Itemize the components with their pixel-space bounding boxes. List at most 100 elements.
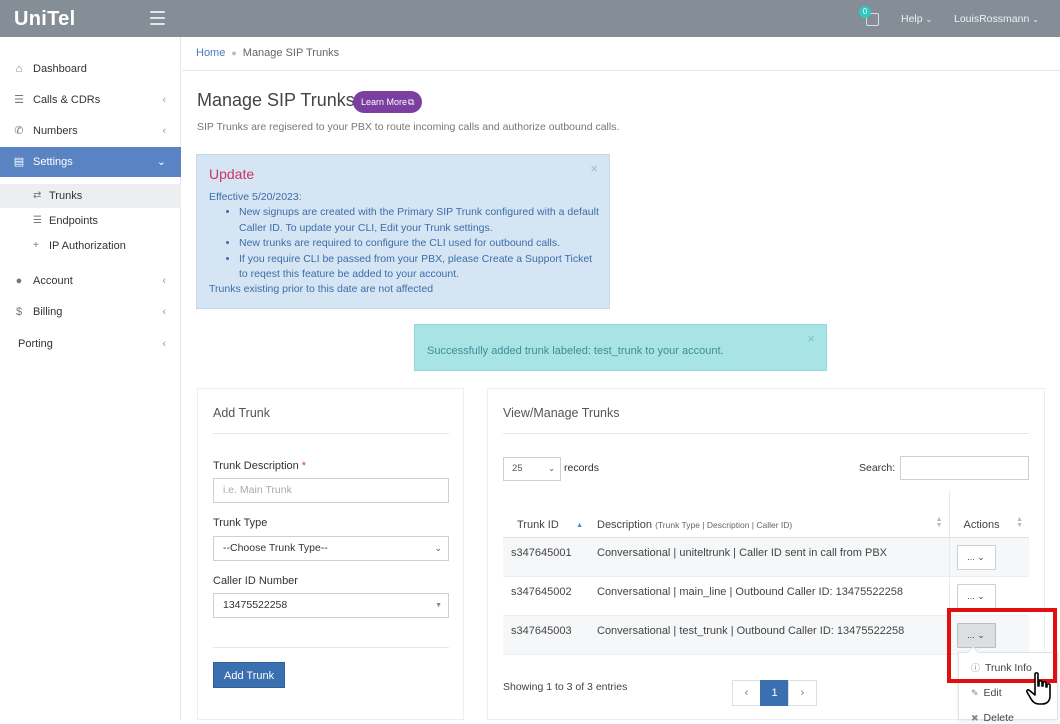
- sidebar-item-dashboard[interactable]: ⌂ Dashboard: [0, 54, 181, 84]
- learn-more-label: Learn More: [361, 97, 408, 107]
- chevron-down-icon: ⌄: [977, 590, 985, 601]
- actions-button-label: ...: [967, 551, 975, 562]
- home-icon: ⌂: [15, 63, 23, 75]
- phone-icon: ✆: [14, 125, 24, 137]
- breadcrumb-separator: ●: [231, 48, 237, 58]
- add-trunk-button[interactable]: Add Trunk: [213, 662, 286, 688]
- app-logo[interactable]: UniTel: [14, 8, 75, 31]
- trunk-type-select[interactable]: --Choose Trunk Type-- ⌄: [213, 536, 449, 561]
- caller-id-label: Caller ID Number: [213, 575, 298, 587]
- sidebar-item-label: Billing: [33, 306, 63, 318]
- menu-item-edit[interactable]: ✎ Edit: [971, 687, 1002, 699]
- sidebar-subitem-trunks[interactable]: ⇄ Trunks: [0, 184, 181, 208]
- sidebar-item-porting[interactable]: Porting ‹: [0, 329, 181, 359]
- actions-dropdown-button[interactable]: ... ⌄: [956, 583, 996, 609]
- chevron-down-icon: ⌄: [1032, 15, 1039, 24]
- records-label: records: [564, 462, 600, 474]
- settings-icon: ▤: [13, 156, 25, 168]
- menu-item-label: Edit: [983, 687, 1002, 699]
- sort-asc-icon: ▲: [576, 521, 583, 529]
- top-bar: UniTel 0 Help ⌄ LouisRossmann ⌄: [0, 0, 1060, 37]
- actions-cell: ... ⌄: [948, 537, 1029, 577]
- info-icon: ⓘ: [971, 663, 981, 673]
- close-icon[interactable]: ×: [807, 331, 815, 346]
- actions-dropdown-button[interactable]: ... ⌄: [956, 622, 996, 648]
- menu-item-delete[interactable]: ✖ Delete: [971, 712, 1014, 724]
- learn-more-button[interactable]: Learn More⧉: [353, 91, 423, 113]
- manage-trunks-title: View/Manage Trunks: [503, 406, 620, 420]
- actions-dropdown-button[interactable]: ... ⌄: [956, 544, 996, 570]
- list-icon: ☰: [33, 215, 42, 226]
- chevron-down-icon: ⌄: [548, 464, 555, 473]
- delete-icon: ✖: [971, 713, 979, 723]
- records-per-page-select[interactable]: 25 ⌄: [503, 457, 561, 481]
- trunk-description-cell: Conversational | main_line | Outbound Ca…: [589, 576, 949, 616]
- dollar-icon: $: [15, 306, 23, 318]
- menu-toggle-icon[interactable]: [150, 11, 165, 25]
- hand-cursor-icon: [1025, 672, 1051, 705]
- sidebar-item-label: Calls & CDRs: [33, 94, 101, 106]
- add-trunk-title: Add Trunk: [213, 406, 270, 420]
- trunk-id-cell: s347645001: [503, 537, 589, 577]
- trunks-table: Trunk ID ▲ Description (Trunk Type | Des…: [503, 491, 1029, 655]
- sidebar-item-calls[interactable]: ☰ Calls & CDRs ‹: [0, 85, 181, 115]
- help-label: Help: [901, 13, 923, 25]
- edit-icon: ✎: [971, 688, 979, 698]
- breadcrumb-home-link[interactable]: Home: [196, 47, 225, 59]
- chevron-down-icon: ⌄: [977, 629, 985, 640]
- sidebar-subitem-ip-authorization[interactable]: + IP Authorization: [0, 234, 181, 258]
- search-label: Search:: [859, 462, 896, 474]
- sidebar-subitem-label: IP Authorization: [49, 240, 126, 252]
- menu-item-label: Delete: [983, 712, 1014, 724]
- help-menu[interactable]: Help ⌄: [901, 13, 932, 25]
- update-alert-list: New signups are created with the Primary…: [209, 205, 599, 283]
- user-icon: ●: [15, 275, 23, 287]
- pagination-page-button[interactable]: 1: [760, 680, 789, 706]
- chevron-left-icon: ‹: [162, 125, 166, 137]
- update-alert-effective: Effective 5/20/2023:: [209, 191, 302, 203]
- column-header-actions[interactable]: Actions ▲ ▼: [948, 491, 1029, 538]
- actions-button-label: ...: [967, 590, 975, 601]
- sidebar-item-numbers[interactable]: ✆ Numbers ‹: [0, 116, 181, 146]
- trunk-id-cell: s347645003: [503, 615, 589, 655]
- caller-id-select[interactable]: 13475522258 ▼: [213, 593, 449, 618]
- close-icon[interactable]: ×: [590, 161, 598, 176]
- table-info: Showing 1 to 3 of 3 entries: [503, 681, 628, 693]
- trunk-description-input[interactable]: i.e. Main Trunk: [213, 478, 449, 503]
- chevron-left-icon: ‹: [162, 275, 166, 287]
- calendar-icon[interactable]: 0: [859, 6, 880, 26]
- column-header-description[interactable]: Description (Trunk Type | Description | …: [589, 491, 949, 538]
- page-title: Manage SIP Trunks: [197, 90, 355, 110]
- list-icon: ☰: [14, 94, 24, 106]
- required-mark: *: [301, 460, 307, 472]
- update-alert: Update × Effective 5/20/2023: New signup…: [196, 154, 610, 309]
- pagination-next-button[interactable]: ›: [788, 680, 817, 706]
- success-alert-text: Successfully added trunk labeled: test_t…: [427, 345, 724, 357]
- column-header-trunk-id[interactable]: Trunk ID ▲: [503, 491, 589, 538]
- records-per-page-value: 25: [512, 463, 523, 474]
- trunk-description-cell: Conversational | test_trunk | Outbound C…: [589, 615, 949, 655]
- sidebar-item-billing[interactable]: $ Billing ‹: [0, 297, 181, 327]
- user-menu[interactable]: LouisRossmann ⌄: [954, 13, 1039, 25]
- trunk-description-label: Trunk Description *: [213, 460, 306, 472]
- sidebar-item-account[interactable]: ● Account ‹: [0, 266, 181, 296]
- menu-item-trunk-info[interactable]: ⓘ Trunk Info: [971, 661, 1032, 674]
- chevron-left-icon: ‹: [162, 94, 166, 106]
- chevron-down-icon: ⌄: [156, 156, 166, 168]
- search-input[interactable]: [900, 456, 1029, 480]
- chevron-down-icon: ⌄: [925, 15, 933, 24]
- page-subtitle: SIP Trunks are regisered to your PBX to …: [197, 121, 620, 133]
- sort-icon: ▲ ▼: [935, 515, 943, 529]
- sidebar-subitem-endpoints[interactable]: ☰ Endpoints: [0, 209, 181, 233]
- pagination-prev-button[interactable]: ‹: [732, 680, 761, 706]
- update-alert-bullet: If you require CLI be passed from your P…: [239, 252, 599, 283]
- trunk-type-value: --Choose Trunk Type--: [223, 542, 328, 554]
- divider: [213, 647, 449, 648]
- external-link-icon: ⧉: [408, 97, 415, 107]
- sidebar-subitem-label: Endpoints: [49, 215, 98, 227]
- table-row: s347645003 Conversational | test_trunk |…: [503, 615, 1029, 655]
- breadcrumb: Home ● Manage SIP Trunks: [182, 37, 1060, 71]
- column-header-detail: (Trunk Type | Description | Caller ID): [655, 519, 793, 530]
- sidebar-item-settings[interactable]: ▤ Settings ⌄: [0, 147, 181, 177]
- chevron-down-icon: ⌄: [977, 551, 985, 562]
